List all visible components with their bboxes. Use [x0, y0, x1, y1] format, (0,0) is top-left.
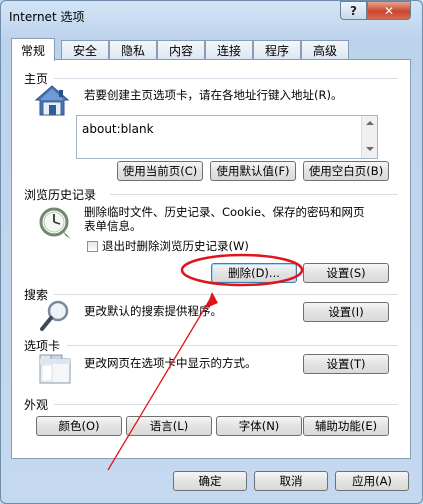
annotation-overlay — [107, 253, 304, 471]
tab-general[interactable]: 常规 — [11, 38, 55, 61]
pointer-arrowhead-icon — [206, 292, 218, 308]
highlight-ellipse — [180, 253, 304, 287]
pointer-arrow-line — [107, 295, 213, 471]
